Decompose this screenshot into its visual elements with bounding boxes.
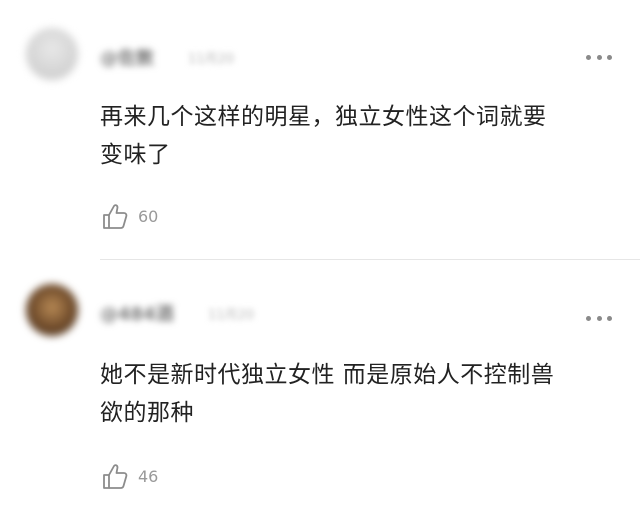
comment-item: @484酒 11月20 她不是新时代独立女性 而是原始人不控制兽 欲的那种 46 <box>0 260 640 510</box>
comment-text: 再来几个这样的明星，独立女性这个词就要 变味了 <box>100 98 620 174</box>
more-dots-icon <box>596 315 602 321</box>
more-dots-icon <box>586 54 591 60</box>
more-options-button[interactable] <box>586 50 612 64</box>
username[interactable]: @484酒 <box>100 300 174 326</box>
timestamp: 11月20 <box>208 308 255 323</box>
more-dots-icon <box>586 315 591 321</box>
avatar[interactable] <box>26 28 78 80</box>
comment-text-line: 欲的那种 <box>100 400 194 426</box>
like-button[interactable]: 46 <box>102 462 158 490</box>
like-button[interactable]: 60 <box>102 202 158 230</box>
more-dots-icon <box>607 315 612 321</box>
like-count: 60 <box>138 206 159 226</box>
username[interactable]: @佐敦 <box>100 44 154 70</box>
avatar[interactable] <box>26 284 78 336</box>
more-dots-icon <box>596 54 602 60</box>
comment-item: @佐敦 11月20 再来几个这样的明星，独立女性这个词就要 变味了 60 <box>0 0 640 260</box>
thumbs-up-icon <box>103 464 128 489</box>
comment-text: 她不是新时代独立女性 而是原始人不控制兽 欲的那种 <box>100 356 620 432</box>
timestamp: 11月20 <box>188 52 235 67</box>
comment-text-line: 变味了 <box>100 142 171 168</box>
comment-text-line: 她不是新时代独立女性 而是原始人不控制兽 <box>100 362 555 388</box>
comment-text-line: 再来几个这样的明星，独立女性这个词就要 <box>100 104 547 130</box>
like-count: 46 <box>138 466 159 486</box>
more-options-button[interactable] <box>586 311 612 325</box>
more-dots-icon <box>607 54 612 60</box>
thumbs-up-icon <box>103 204 128 229</box>
